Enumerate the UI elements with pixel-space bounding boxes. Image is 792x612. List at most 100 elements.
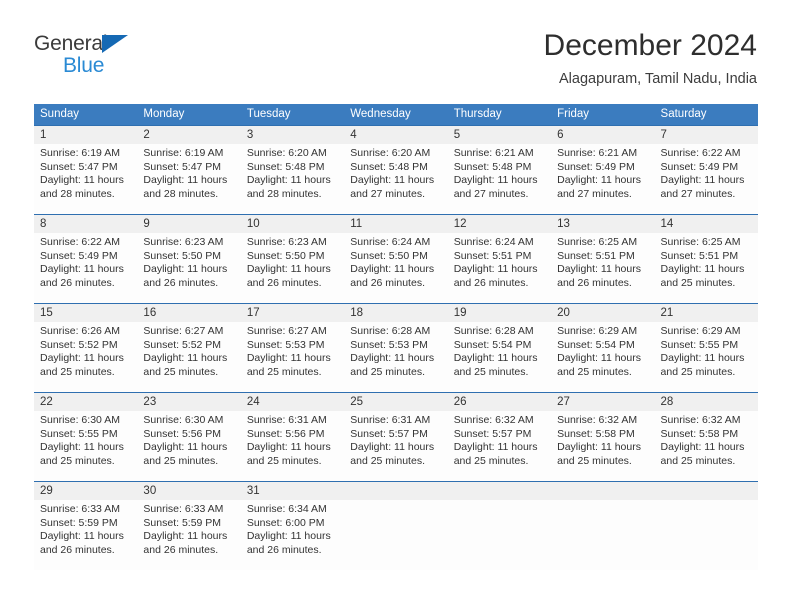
day-cell: Sunrise: 6:21 AM Sunset: 5:49 PM Dayligh… xyxy=(551,144,654,214)
sunrise-text: Sunrise: 6:20 AM xyxy=(246,147,327,159)
sunset-text: Sunset: 5:58 PM xyxy=(557,427,635,440)
sunrise-text: Sunrise: 6:34 AM xyxy=(246,503,327,515)
daylight-text-line1: Daylight: 11 hours xyxy=(350,263,435,275)
day-cell: Sunrise: 6:25 AM Sunset: 5:51 PM Dayligh… xyxy=(551,233,654,303)
day-number-band: 8 9 10 11 12 13 14 xyxy=(34,215,758,233)
daylight-text-line2: and 26 minutes. xyxy=(350,276,425,289)
day-number: 16 xyxy=(143,307,157,319)
sunset-text: Sunset: 5:52 PM xyxy=(143,338,222,351)
daylight-text-line1: Daylight: 11 hours xyxy=(660,263,745,275)
sunset-text: Sunset: 5:47 PM xyxy=(143,160,222,173)
sunrise-text: Sunrise: 6:26 AM xyxy=(40,325,120,337)
sunrise-text: Sunrise: 6:33 AM xyxy=(40,503,120,515)
weekday-header-wednesday: Wednesday xyxy=(350,108,411,120)
sunset-text: Sunset: 6:00 PM xyxy=(246,516,325,529)
sunrise-text: Sunrise: 6:30 AM xyxy=(40,414,120,426)
day-cell: Sunrise: 6:22 AM Sunset: 5:49 PM Dayligh… xyxy=(655,144,758,214)
day-number: 13 xyxy=(557,218,570,230)
sunset-text: Sunset: 5:49 PM xyxy=(557,160,635,173)
daylight-text-line1: Daylight: 11 hours xyxy=(660,352,745,364)
daylight-text-line1: Daylight: 11 hours xyxy=(246,530,331,542)
daylight-text-line2: and 25 minutes. xyxy=(143,365,219,378)
day-cell: Sunrise: 6:29 AM Sunset: 5:54 PM Dayligh… xyxy=(551,322,654,392)
day-info-band: Sunrise: 6:30 AM Sunset: 5:55 PM Dayligh… xyxy=(34,411,758,481)
day-cell: Sunrise: 6:29 AM Sunset: 5:55 PM Dayligh… xyxy=(655,322,758,392)
day-number: 11 xyxy=(350,218,363,230)
sunset-text: Sunset: 5:53 PM xyxy=(246,338,325,351)
sunset-text: Sunset: 5:59 PM xyxy=(40,516,118,529)
day-cell: Sunrise: 6:24 AM Sunset: 5:50 PM Dayligh… xyxy=(344,233,447,303)
sunset-text: Sunset: 5:50 PM xyxy=(246,249,325,262)
day-number: 22 xyxy=(40,396,53,408)
sunrise-text: Sunrise: 6:24 AM xyxy=(350,236,431,248)
generalblue-logo: General Blue xyxy=(34,32,234,84)
day-number-band: 29 30 31 xyxy=(34,482,758,500)
day-cell: Sunrise: 6:24 AM Sunset: 5:51 PM Dayligh… xyxy=(448,233,551,303)
day-number-band: 1 2 3 4 5 6 7 xyxy=(34,126,758,144)
sunset-text: Sunset: 5:57 PM xyxy=(350,427,428,440)
daylight-text-line2: and 27 minutes. xyxy=(660,187,736,200)
day-cell-empty xyxy=(655,500,758,570)
sunrise-text: Sunrise: 6:31 AM xyxy=(350,414,431,426)
sunset-text: Sunset: 5:47 PM xyxy=(40,160,118,173)
day-info-band: Sunrise: 6:26 AM Sunset: 5:52 PM Dayligh… xyxy=(34,322,758,392)
weekday-header-saturday: Saturday xyxy=(660,108,707,120)
weekday-header-thursday: Thursday xyxy=(453,108,502,120)
day-cell: Sunrise: 6:20 AM Sunset: 5:48 PM Dayligh… xyxy=(241,144,344,214)
day-cell: Sunrise: 6:34 AM Sunset: 6:00 PM Dayligh… xyxy=(241,500,344,570)
daylight-text-line2: and 25 minutes. xyxy=(453,365,529,378)
sunset-text: Sunset: 5:57 PM xyxy=(453,427,532,440)
daylight-text-line1: Daylight: 11 hours xyxy=(453,174,538,186)
daylight-text-line2: and 27 minutes. xyxy=(350,187,425,200)
day-number: 28 xyxy=(660,396,674,408)
day-number: 14 xyxy=(660,218,674,230)
weekday-header-sunday: Sunday xyxy=(40,108,80,120)
daylight-text-line1: Daylight: 11 hours xyxy=(350,352,435,364)
day-number: 25 xyxy=(350,396,364,408)
day-cell: Sunrise: 6:32 AM Sunset: 5:57 PM Dayligh… xyxy=(448,411,551,481)
day-cell: Sunrise: 6:21 AM Sunset: 5:48 PM Dayligh… xyxy=(448,144,551,214)
daylight-text-line1: Daylight: 11 hours xyxy=(453,352,538,364)
day-number: 26 xyxy=(453,396,467,408)
sunrise-text: Sunrise: 6:28 AM xyxy=(350,325,431,337)
day-cell: Sunrise: 6:23 AM Sunset: 5:50 PM Dayligh… xyxy=(137,233,240,303)
sunset-text: Sunset: 5:55 PM xyxy=(660,338,739,351)
day-number-empty xyxy=(448,482,551,500)
day-number: 18 xyxy=(350,307,364,319)
day-cell: Sunrise: 6:23 AM Sunset: 5:50 PM Dayligh… xyxy=(241,233,344,303)
day-number: 10 xyxy=(246,218,260,230)
daylight-text-line1: Daylight: 11 hours xyxy=(40,352,124,364)
daylight-text-line1: Daylight: 11 hours xyxy=(246,441,331,453)
daylight-text-line1: Daylight: 11 hours xyxy=(246,174,331,186)
sunrise-text: Sunrise: 6:32 AM xyxy=(453,414,534,426)
sunrise-text: Sunrise: 6:32 AM xyxy=(660,414,741,426)
day-cell: Sunrise: 6:30 AM Sunset: 5:55 PM Dayligh… xyxy=(34,411,137,481)
daylight-text-line1: Daylight: 11 hours xyxy=(660,174,745,186)
daylight-text-line2: and 27 minutes. xyxy=(453,187,529,200)
sunset-text: Sunset: 5:59 PM xyxy=(143,516,222,529)
daylight-text-line1: Daylight: 11 hours xyxy=(557,174,641,186)
daylight-text-line2: and 26 minutes. xyxy=(40,276,115,289)
day-info-band: Sunrise: 6:33 AM Sunset: 5:59 PM Dayligh… xyxy=(34,500,758,570)
daylight-text-line2: and 25 minutes. xyxy=(246,454,322,467)
daylight-text-line2: and 26 minutes. xyxy=(143,276,219,289)
day-cell: Sunrise: 6:25 AM Sunset: 5:51 PM Dayligh… xyxy=(655,233,758,303)
sunrise-text: Sunrise: 6:29 AM xyxy=(557,325,638,337)
day-number: 27 xyxy=(557,396,570,408)
sunset-text: Sunset: 5:53 PM xyxy=(350,338,428,351)
day-number: 12 xyxy=(453,218,467,230)
daylight-text-line2: and 26 minutes. xyxy=(557,276,632,289)
day-cell: Sunrise: 6:26 AM Sunset: 5:52 PM Dayligh… xyxy=(34,322,137,392)
day-cell: Sunrise: 6:28 AM Sunset: 5:54 PM Dayligh… xyxy=(448,322,551,392)
daylight-text-line2: and 25 minutes. xyxy=(453,454,529,467)
daylight-text-line2: and 26 minutes. xyxy=(246,543,322,556)
daylight-text-line2: and 26 minutes. xyxy=(453,276,529,289)
sunset-text: Sunset: 5:48 PM xyxy=(453,160,532,173)
day-cell: Sunrise: 6:31 AM Sunset: 5:56 PM Dayligh… xyxy=(241,411,344,481)
daylight-text-line2: and 25 minutes. xyxy=(350,365,425,378)
sunrise-text: Sunrise: 6:30 AM xyxy=(143,414,224,426)
week-row: 8 9 10 11 12 13 14 Sunrise: 6:22 AM Suns… xyxy=(34,214,758,303)
sunrise-text: Sunrise: 6:32 AM xyxy=(557,414,638,426)
sunset-text: Sunset: 5:50 PM xyxy=(350,249,428,262)
daylight-text-line2: and 25 minutes. xyxy=(557,365,632,378)
